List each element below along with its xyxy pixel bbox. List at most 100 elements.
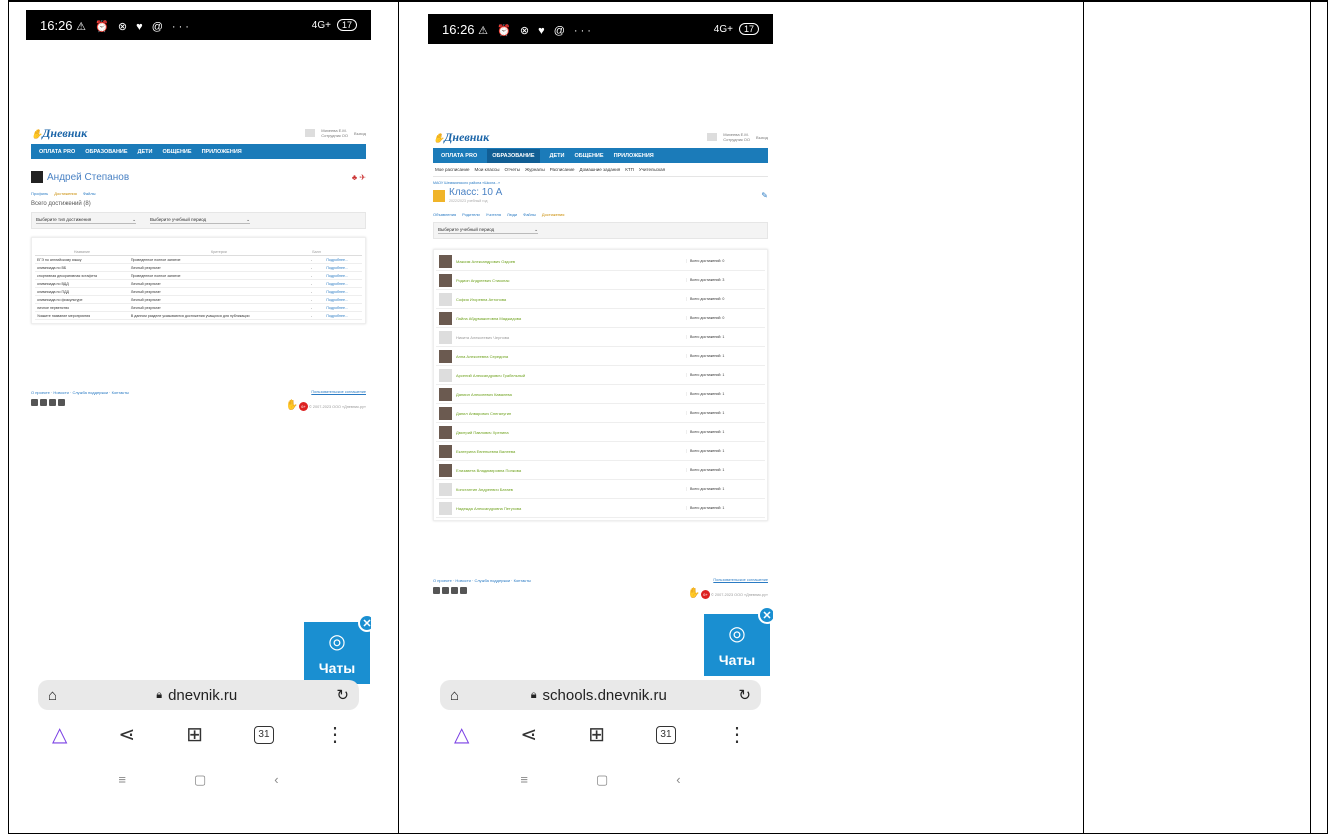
social-icon[interactable]: [31, 399, 38, 406]
share-icon[interactable]: ⋖: [520, 722, 537, 747]
menu-lines-icon[interactable]: ≡: [118, 772, 126, 788]
tabs-count-button[interactable]: 31: [655, 725, 676, 744]
details-link[interactable]: Подробнее...: [324, 279, 362, 288]
subnav-item[interactable]: Учительская: [639, 167, 665, 172]
class-tab[interactable]: Люди: [507, 212, 517, 217]
share-icon[interactable]: ⋖: [118, 722, 135, 747]
reload-icon[interactable]: ↻: [336, 686, 349, 704]
subnav-item[interactable]: Мое расписание: [435, 167, 470, 172]
user-menu[interactable]: Михеева Е.М. Сотрудник ОО Выход: [305, 128, 366, 138]
class-tab[interactable]: Файлы: [523, 212, 536, 217]
details-link[interactable]: Подробнее...: [324, 263, 362, 272]
nav-item[interactable]: ОБРАЗОВАНИЕ: [85, 149, 127, 155]
student-name-link[interactable]: Константин Андреевич Батаев: [456, 487, 513, 492]
agreement-link[interactable]: Пользовательское соглашение: [687, 578, 768, 582]
student-name-link[interactable]: София Игоревна Антонова: [456, 297, 506, 302]
alice-icon[interactable]: △: [454, 722, 469, 747]
menu-icon[interactable]: ⋮: [325, 722, 345, 747]
message-icon[interactable]: ♣ ✈: [352, 173, 366, 182]
student-name-link[interactable]: Дмитрий Павлович Хренина: [456, 430, 509, 435]
dnevnik-logo[interactable]: ✋Дневник: [31, 126, 87, 141]
subnav-item[interactable]: КТП: [625, 167, 634, 172]
filters: Выберите учебный период ⌄: [433, 222, 768, 239]
details-link[interactable]: Подробнее...: [324, 255, 362, 264]
browser-url-bar[interactable]: ⌂ 🔒︎ dnevnik.ru ↻: [38, 680, 359, 710]
student-name-link[interactable]: Екатерина Евгеньевна Валеева: [456, 449, 515, 454]
nav-item[interactable]: ОПЛАТА PRO: [39, 149, 75, 155]
nav-item[interactable]: ДЕТИ: [550, 153, 565, 159]
tabs-count-button[interactable]: 31: [253, 725, 274, 744]
menu-icon[interactable]: ⋮: [727, 722, 747, 747]
back-icon[interactable]: ‹: [274, 772, 278, 788]
nav-item[interactable]: ОБЩЕНИЕ: [162, 149, 191, 155]
nav-item[interactable]: ОПЛАТА PRO: [441, 153, 477, 159]
home-square-icon[interactable]: ▢: [194, 772, 206, 788]
social-icon[interactable]: [433, 587, 440, 594]
subnav-item[interactable]: Мои классы: [475, 167, 500, 172]
details-link[interactable]: Подробнее...: [324, 295, 362, 304]
student-name-link[interactable]: Родион Андреевич Стикопас: [456, 278, 510, 283]
student-name-link[interactable]: Анна Алексеевна Середина: [456, 354, 508, 359]
student-name-link[interactable]: Лайла Абдумажитовна Маджидова: [456, 316, 521, 321]
nav-item[interactable]: ОБЩЕНИЕ: [574, 153, 603, 159]
close-icon[interactable]: ✕: [358, 614, 371, 632]
student-name-link[interactable]: Данил Анварович Снегалугин: [456, 411, 511, 416]
social-icon[interactable]: [58, 399, 65, 406]
student-name-link[interactable]: Максим Александрович Оздоев: [456, 259, 515, 264]
settings-icon[interactable]: ✎: [761, 191, 768, 200]
nav-item[interactable]: ОБРАЗОВАНИЕ: [487, 148, 540, 163]
student-name-link[interactable]: Арсений Александрович Грабельный: [456, 373, 525, 378]
dnevnik-logo[interactable]: ✋Дневник: [433, 130, 489, 145]
class-tab[interactable]: Достижения: [542, 212, 565, 217]
close-icon[interactable]: ✕: [758, 606, 773, 624]
class-tab[interactable]: Родители: [462, 212, 480, 217]
details-link[interactable]: Подробнее...: [324, 287, 362, 296]
class-tab[interactable]: Учителя: [486, 212, 501, 217]
details-link[interactable]: Подробнее...: [324, 311, 362, 320]
user-menu[interactable]: Михеева Е.М. Сотрудник ОО Выход: [707, 132, 768, 142]
chats-widget[interactable]: ✕ ◎ Чаты: [704, 606, 773, 676]
subnav-item[interactable]: Отчеты: [504, 167, 520, 172]
menu-lines-icon[interactable]: ≡: [520, 772, 528, 788]
social-icon[interactable]: [460, 587, 467, 594]
subnav-item[interactable]: Расписание: [550, 167, 575, 172]
tab-achievements[interactable]: Достижения: [54, 191, 77, 196]
home-icon[interactable]: ⌂: [48, 687, 57, 704]
logout-link[interactable]: Выход: [354, 131, 366, 136]
student-name-link[interactable]: Елизавета Владимировна Попкова: [456, 468, 521, 473]
nav-item[interactable]: ДЕТИ: [138, 149, 153, 155]
details-link[interactable]: Подробнее...: [324, 303, 362, 312]
url-text[interactable]: schools.dnevnik.ru: [543, 687, 667, 704]
agreement-link[interactable]: Пользовательское соглашение: [285, 390, 366, 394]
social-icon[interactable]: [442, 587, 449, 594]
home-icon[interactable]: ⌂: [450, 687, 459, 704]
reload-icon[interactable]: ↻: [738, 686, 751, 704]
subnav-item[interactable]: Журналы: [525, 167, 545, 172]
details-link[interactable]: Подробнее...: [324, 271, 362, 280]
student-name-link[interactable]: Надежда Александровна Петухова: [456, 506, 521, 511]
browser-url-bar[interactable]: ⌂ 🔒︎ schools.dnevnik.ru ↻: [440, 680, 761, 710]
tab-profile[interactable]: Профиль: [31, 191, 48, 196]
url-text[interactable]: dnevnik.ru: [168, 687, 237, 704]
student-name-link[interactable]: Даниил Алексеевич Кавалева: [456, 392, 512, 397]
social-icon[interactable]: [451, 587, 458, 594]
back-icon[interactable]: ‹: [676, 772, 680, 788]
chats-widget[interactable]: ✕ ◎ Чаты: [304, 614, 371, 684]
period-select[interactable]: Выберите учебный период ⌄: [150, 217, 250, 224]
nav-item[interactable]: ПРИЛОЖЕНИЯ: [202, 149, 242, 155]
new-tab-icon[interactable]: ⊞: [186, 722, 203, 747]
nav-item[interactable]: ПРИЛОЖЕНИЯ: [614, 153, 654, 159]
social-icon[interactable]: [40, 399, 47, 406]
breadcrumb[interactable]: МАОУ Шемякинского района «Школа...»: [433, 181, 768, 185]
home-square-icon[interactable]: ▢: [596, 772, 608, 788]
achievement-type-select[interactable]: Выберите тип достижения ⌄: [36, 217, 136, 224]
logout-link[interactable]: Выход: [756, 135, 768, 140]
new-tab-icon[interactable]: ⊞: [588, 722, 605, 747]
tab-files[interactable]: Файлы: [83, 191, 96, 196]
period-select[interactable]: Выберите учебный период ⌄: [438, 227, 538, 234]
alice-icon[interactable]: △: [52, 722, 67, 747]
subnav-item[interactable]: Домашние задания: [580, 167, 621, 172]
class-tab[interactable]: Объявления: [433, 212, 456, 217]
student-name-link[interactable]: Никита Алексеевич Чернова: [456, 335, 509, 340]
social-icon[interactable]: [49, 399, 56, 406]
